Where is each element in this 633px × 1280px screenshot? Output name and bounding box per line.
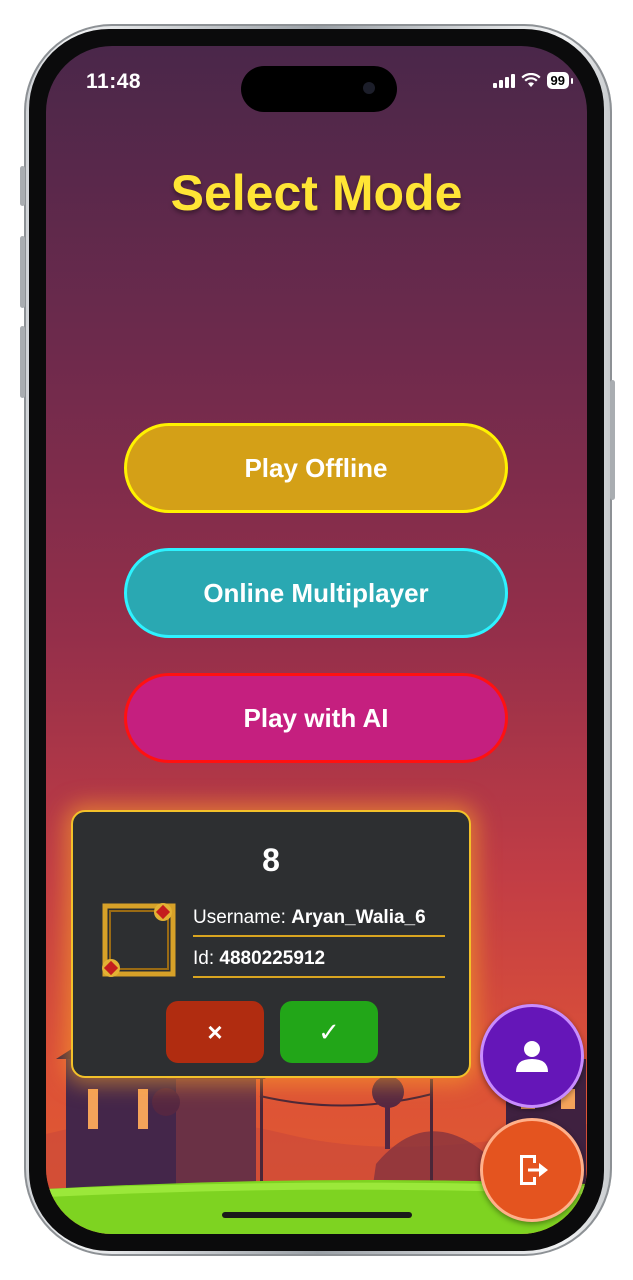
- confirm-button[interactable]: ✓: [280, 1001, 378, 1063]
- side-button: [20, 236, 25, 308]
- id-value: 4880225912: [219, 948, 326, 969]
- profile-button[interactable]: [480, 1004, 584, 1108]
- dynamic-island: [241, 66, 397, 112]
- side-button: [20, 166, 25, 206]
- play-with-ai-button[interactable]: Play with AI: [124, 673, 508, 763]
- page-title: Select Mode: [170, 165, 463, 221]
- wifi-icon: [520, 73, 541, 87]
- user-icon: [516, 1041, 548, 1072]
- side-button: [20, 326, 25, 398]
- username-row: Username: Aryan_Walia_6: [193, 904, 445, 937]
- player-info: Username: Aryan_Walia_6 Id: 4880225912: [193, 904, 445, 986]
- player-info-dialog: 8 Username: Aryan_Walia_6 Id: 4880225912…: [71, 810, 471, 1078]
- status-icons: 99: [492, 72, 574, 89]
- status-time: 11:48: [86, 70, 142, 93]
- username-value: Aryan_Walia_6: [291, 907, 426, 928]
- home-indicator: [222, 1212, 412, 1218]
- id-row: Id: 4880225912: [193, 945, 445, 978]
- dialog-number: 8: [262, 842, 280, 878]
- battery-level: 99: [546, 72, 574, 89]
- app-screen: 11:48 99 Select Mode Play Offline Online…: [46, 46, 587, 1234]
- play-offline-button[interactable]: Play Offline: [124, 423, 508, 513]
- avatar-frame-icon: [102, 903, 176, 977]
- username-label: Username:: [193, 907, 292, 928]
- id-label: Id:: [193, 948, 220, 969]
- exit-button[interactable]: [480, 1118, 584, 1222]
- signal-icon: [492, 73, 515, 88]
- cancel-button[interactable]: ×: [166, 1001, 264, 1063]
- logout-icon: [520, 1155, 548, 1185]
- power-button: [610, 380, 615, 500]
- online-multiplayer-button[interactable]: Online Multiplayer: [124, 548, 508, 638]
